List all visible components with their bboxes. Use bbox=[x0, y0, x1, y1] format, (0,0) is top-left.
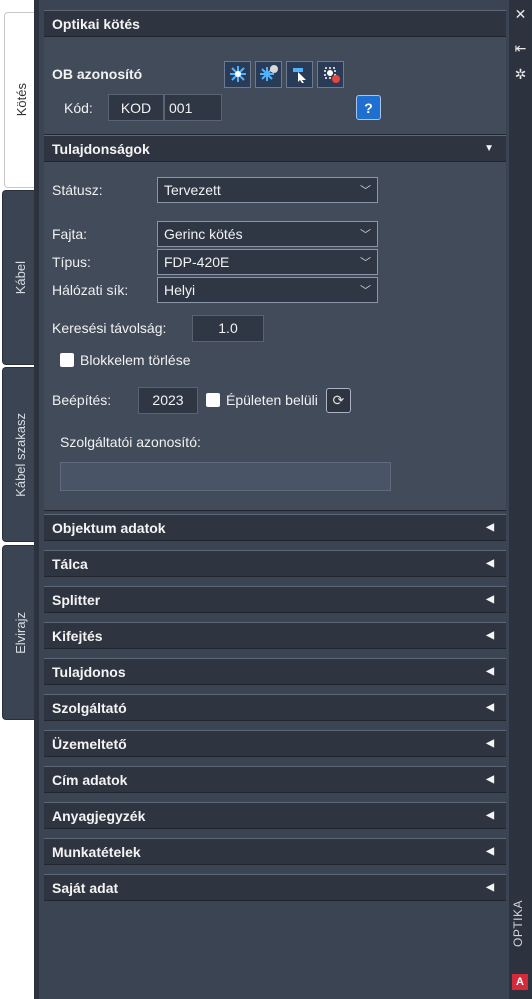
tipus-select[interactable]: FDP-420E ﹀ bbox=[157, 249, 378, 275]
chevron-down-icon: ▼ bbox=[484, 143, 494, 154]
header-optikai-kotes: Optikai kötés bbox=[44, 10, 506, 37]
properties-box: Státusz: Tervezett ﹀ Fajta: Gerinc kötés… bbox=[44, 162, 506, 511]
chevron-left-icon: ◀ bbox=[486, 846, 494, 857]
tab-elvirajz[interactable]: Elvirajz bbox=[2, 545, 38, 720]
tab-kabel-label: Kábel bbox=[13, 260, 28, 295]
ob-box: OB azonosító Kód: KOD 001 ? bbox=[44, 37, 506, 135]
status-label: Státusz: bbox=[52, 182, 103, 198]
close-icon[interactable]: ✕ bbox=[509, 6, 532, 23]
halozati-sik-label: Hálózati sík: bbox=[52, 282, 129, 298]
fajta-select[interactable]: Gerinc kötés ﹀ bbox=[157, 221, 378, 247]
section-header[interactable]: Üzemeltető ◀ bbox=[44, 730, 506, 757]
kod-label: Kód: bbox=[64, 99, 93, 116]
section-header-label: Kifejtés bbox=[52, 627, 103, 644]
kod-number-field[interactable]: 001 bbox=[164, 94, 222, 121]
epuleten-checkbox-row[interactable]: Épületen belüli bbox=[206, 392, 318, 408]
chevron-down-icon: ﹀ bbox=[360, 229, 371, 241]
section-header-label: Tálca bbox=[52, 555, 88, 572]
halozati-sik-select[interactable]: Helyi ﹀ bbox=[157, 277, 378, 303]
szolg-label: Szolgáltatói azonosító: bbox=[60, 434, 201, 450]
section-header-label: Objektum adatok bbox=[52, 519, 166, 536]
section-header-label: Üzemeltető bbox=[52, 735, 127, 752]
section-header[interactable]: Cím adatok ◀ bbox=[44, 766, 506, 793]
spark-icon[interactable] bbox=[224, 60, 251, 88]
tab-kabel-szakasz-label: Kábel szakasz bbox=[13, 412, 28, 497]
fajta-label: Fajta: bbox=[52, 226, 88, 242]
chevron-left-icon: ◀ bbox=[486, 630, 494, 641]
beepites-input[interactable]: 2023 bbox=[138, 386, 198, 414]
fajta-value: Gerinc kötés bbox=[164, 226, 243, 242]
chevron-left-icon: ◀ bbox=[486, 666, 494, 677]
section-header[interactable]: Kifejtés ◀ bbox=[44, 622, 506, 649]
chevron-down-icon: ﹀ bbox=[360, 185, 371, 197]
section-header[interactable]: Tulajdonos ◀ bbox=[44, 658, 506, 685]
section-header[interactable]: Anyagjegyzék ◀ bbox=[44, 802, 506, 829]
right-strip: ✕ ⇤ ✲ OPTIKA A bbox=[509, 0, 532, 999]
chevron-left-icon: ◀ bbox=[486, 774, 494, 785]
section-tulajdonsagok-label: Tulajdonságok bbox=[52, 140, 150, 157]
section-tulajdonsagok[interactable]: Tulajdonságok ▼ bbox=[44, 135, 506, 162]
tab-kabel-szakasz[interactable]: Kábel szakasz bbox=[2, 367, 38, 542]
settings-icon[interactable]: ✲ bbox=[509, 66, 532, 83]
section-header-label: Munkatételek bbox=[52, 843, 141, 860]
kod-prefix-field[interactable]: KOD bbox=[108, 94, 164, 121]
kereses-label: Keresési távolság: bbox=[52, 320, 167, 336]
szolg-input[interactable] bbox=[60, 462, 391, 491]
section-header[interactable]: Objektum adatok ◀ bbox=[44, 514, 506, 541]
tab-kabel[interactable]: Kábel bbox=[2, 190, 38, 365]
epuleten-label: Épületen belüli bbox=[226, 392, 318, 408]
page-title: Optikai kötés bbox=[52, 15, 140, 32]
section-header-label: Anyagjegyzék bbox=[52, 807, 146, 824]
spark-link-icon[interactable] bbox=[255, 60, 282, 88]
pin-icon[interactable]: ⇤ bbox=[509, 40, 532, 57]
chevron-left-icon: ◀ bbox=[486, 738, 494, 749]
section-header[interactable]: Saját adat ◀ bbox=[44, 874, 506, 901]
kereses-input[interactable]: 1.0 bbox=[192, 314, 264, 342]
section-header-label: Tulajdonos bbox=[52, 663, 126, 680]
chevron-left-icon: ◀ bbox=[486, 702, 494, 713]
section-header-label: Splitter bbox=[52, 591, 101, 608]
section-header[interactable]: Munkatételek ◀ bbox=[44, 838, 506, 865]
refresh-icon[interactable]: ⟳ bbox=[325, 387, 351, 413]
help-icon[interactable]: ? bbox=[356, 95, 381, 120]
status-value: Tervezett bbox=[164, 182, 221, 198]
blokk-checkbox-row[interactable]: Blokkelem törlése bbox=[52, 352, 191, 368]
chevron-left-icon: ◀ bbox=[486, 882, 494, 893]
section-header[interactable]: Splitter ◀ bbox=[44, 586, 506, 613]
chevron-left-icon: ◀ bbox=[486, 810, 494, 821]
section-header[interactable]: Tálca ◀ bbox=[44, 550, 506, 577]
section-header-label: Cím adatok bbox=[52, 771, 128, 788]
collapsed-sections: Objektum adatok ◀ Tálca ◀ Splitter ◀ Kifejtés ◀… bbox=[44, 514, 506, 901]
optika-label: OPTIKA bbox=[511, 900, 525, 948]
blokk-checkbox[interactable] bbox=[60, 353, 74, 367]
tab-kotes[interactable]: Kötés bbox=[4, 12, 38, 188]
app-logo: A bbox=[512, 974, 528, 990]
chevron-left-icon: ◀ bbox=[486, 594, 494, 605]
epuleten-checkbox[interactable] bbox=[206, 393, 220, 407]
chevron-down-icon: ﹀ bbox=[360, 285, 371, 297]
section-header[interactable]: Szolgáltató ◀ bbox=[44, 694, 506, 721]
beepites-label: Beépítés: bbox=[52, 392, 112, 408]
ob-label: OB azonosító bbox=[52, 66, 143, 82]
section-header-label: Saját adat bbox=[52, 879, 119, 896]
tipus-value: FDP-420E bbox=[164, 254, 230, 270]
status-select[interactable]: Tervezett ﹀ bbox=[157, 177, 378, 203]
blokk-label: Blokkelem törlése bbox=[80, 352, 191, 368]
delete-marker-icon[interactable] bbox=[317, 60, 344, 88]
cursor-select-icon[interactable] bbox=[286, 60, 313, 88]
tipus-label: Típus: bbox=[52, 254, 91, 270]
chevron-left-icon: ◀ bbox=[486, 522, 494, 533]
chevron-down-icon: ﹀ bbox=[360, 257, 371, 269]
section-header-label: Szolgáltató bbox=[52, 699, 127, 716]
tab-kotes-label: Kötés bbox=[14, 83, 29, 117]
tab-elvirajz-label: Elvirajz bbox=[13, 611, 28, 654]
main-panel: Optikai kötés OB azonosító Kód: KOD 001 … bbox=[34, 0, 509, 999]
vertical-tab-strip: Kötés Kábel Kábel szakasz Elvirajz bbox=[0, 0, 38, 999]
halozati-sik-value: Helyi bbox=[164, 282, 196, 298]
chevron-left-icon: ◀ bbox=[486, 558, 494, 569]
